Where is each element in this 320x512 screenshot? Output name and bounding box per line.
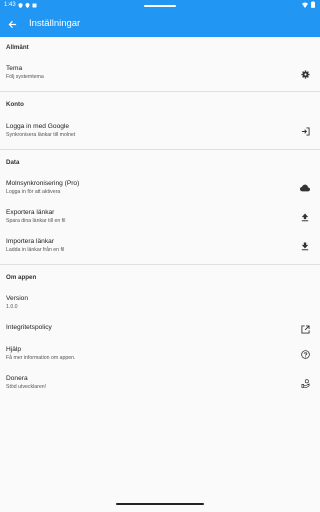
top-gesture-bar [144,5,176,7]
privacy-title: Integritetspolicy [6,324,52,331]
download-icon [300,241,310,251]
import-title: Importera länkar [6,238,55,245]
version-value: 1.0.0 [6,304,18,310]
page-title: Inställningar [29,18,81,29]
settings-item-cloud-sync[interactable]: Molnsynkronisering (Pro) Logga in för at… [0,180,320,202]
settings-item-export[interactable]: Exportera länkar Spara dina länkar till … [0,209,320,231]
notification-status-icon [32,3,37,7]
section-header-about: Om appen [6,274,37,281]
donate-title: Donera [6,375,28,382]
settings-item-import[interactable]: Importera länkar Ladda in länkar från en… [0,238,320,260]
wifi-icon [302,1,308,8]
status-time: 1:43 [4,2,16,8]
help-icon [300,349,310,359]
upload-icon [300,212,310,222]
export-subtitle: Spara dina länkar till en fil [6,218,66,224]
divider [0,149,320,150]
arrow-back-icon [8,20,16,28]
location-status-icon [25,2,30,8]
bottom-gesture-bar [116,503,204,505]
google-login-subtitle: Synkronisera länkar till molnet [6,132,76,138]
divider [0,264,320,265]
theme-subtitle: Följ systemtema [6,74,44,80]
back-button[interactable] [4,16,20,32]
settings-item-version: Version 1.0.0 [0,295,320,317]
cloud-sync-title: Molnsynkronisering (Pro) [6,180,80,187]
settings-item-google-login[interactable]: Logga in med Google Synkronisera länkar … [0,123,320,145]
settings-item-help[interactable]: Hjälp Få mer information om appen. [0,346,320,368]
login-icon [300,126,310,136]
section-header-account: Konto [6,101,24,108]
divider [0,91,320,92]
section-header-general: Allmänt [6,44,29,51]
cloud-icon [300,183,310,193]
shield-status-icon [18,2,23,8]
donate-icon [300,378,310,388]
theme-title: Tema [6,65,23,72]
import-subtitle: Ladda in länkar från en fil [6,247,65,253]
settings-item-privacy[interactable]: Integritetspolicy [0,324,320,338]
help-title: Hjälp [6,346,22,353]
help-subtitle: Få mer information om appen. [6,355,76,361]
settings-item-theme[interactable]: Tema Följ systemtema [0,65,320,87]
battery-icon [311,1,315,8]
open-external-icon [300,324,310,334]
gear-icon [300,69,310,79]
app-bar: 1:43 Inställningar [0,0,320,37]
settings-item-donate[interactable]: Donera Stöd utvecklaren! [0,375,320,397]
version-title: Version [6,295,28,302]
google-login-title: Logga in med Google [6,123,70,130]
section-header-data: Data [6,159,20,166]
cloud-sync-subtitle: Logga in för att aktivera [6,189,61,195]
donate-subtitle: Stöd utvecklaren! [6,384,47,390]
export-title: Exportera länkar [6,209,55,216]
